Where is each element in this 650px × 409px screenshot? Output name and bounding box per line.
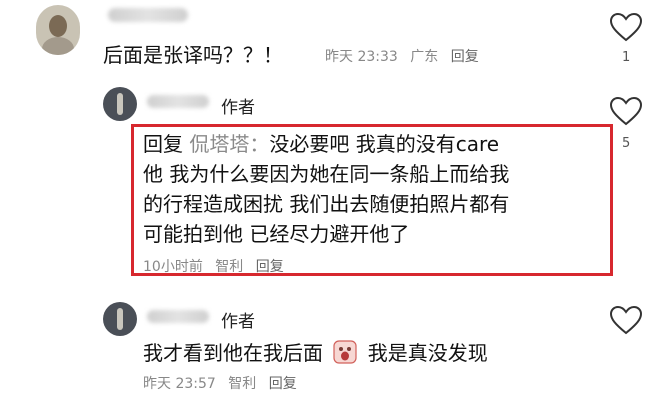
comment-text: 我才看到他在我后面 😱 我是真没发现 <box>143 338 488 368</box>
comment-location: 智利 <box>228 376 257 392</box>
highlight-box <box>131 124 613 276</box>
username-blurred[interactable] <box>108 8 188 22</box>
comment-time: 昨天 23:33 <box>325 49 398 65</box>
comment-text-after: 我是真没发现 <box>367 341 488 365</box>
comment-text-before: 我才看到他在我后面 <box>143 341 323 365</box>
avatar-face <box>49 15 67 37</box>
reply-button[interactable]: 回复 <box>269 376 297 392</box>
username-blurred[interactable] <box>147 95 209 108</box>
heart-outline-icon[interactable] <box>609 12 643 42</box>
heart-outline-icon[interactable] <box>609 305 643 335</box>
comment-meta: 昨天 23:57 智利 回复 <box>143 373 305 393</box>
like-count: 5 <box>622 136 631 151</box>
comment-meta: 昨天 23:33 广东 回复 <box>325 46 487 66</box>
heart-outline-icon[interactable] <box>609 96 643 126</box>
reply-button[interactable]: 回复 <box>451 49 479 65</box>
avatar[interactable] <box>36 5 80 55</box>
avatar-figure <box>117 308 123 330</box>
like-count: 1 <box>622 50 631 65</box>
username-blurred[interactable] <box>147 310 209 323</box>
avatar-body <box>42 37 74 55</box>
comment-time: 昨天 23:57 <box>143 376 216 392</box>
avatar[interactable] <box>103 87 137 121</box>
avatar[interactable] <box>103 302 137 336</box>
author-tag: 作者 <box>221 312 255 332</box>
comment-text: 后面是张译吗？？！ <box>103 43 283 67</box>
scream-emoji-icon <box>333 340 357 364</box>
author-tag: 作者 <box>221 98 255 118</box>
avatar-figure <box>117 93 123 115</box>
comment-location: 广东 <box>410 49 439 65</box>
